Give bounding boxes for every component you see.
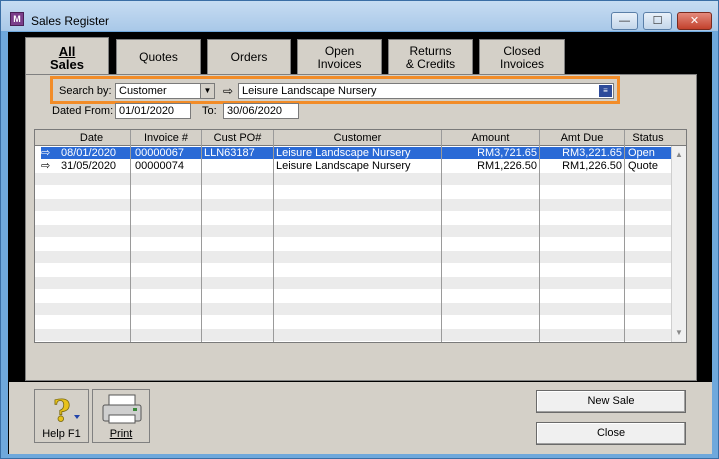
sales-table: Date Invoice # Cust PO# Customer Amount … [34, 129, 687, 343]
to-date-field[interactable]: 30/06/2020 [223, 103, 299, 119]
col-header-invoice[interactable]: Invoice # [131, 130, 201, 146]
col-divider [539, 130, 540, 342]
dated-from-label: Dated From: [52, 105, 114, 117]
search-by-select[interactable]: Customer ▼ [115, 83, 215, 99]
col-divider [624, 130, 625, 342]
cell-date: 08/01/2020 [55, 147, 130, 159]
cell-invoice: 00000067 [131, 147, 201, 159]
scroll-down-icon[interactable]: ▼ [672, 326, 686, 340]
help-icon: ? [53, 394, 80, 427]
tab-closed-invoices[interactable]: Closed Invoices [479, 39, 565, 75]
vertical-scrollbar[interactable]: ▲ ▼ [671, 146, 686, 342]
cell-invoice: 00000074 [135, 160, 184, 172]
help-button[interactable]: ? Help F1 [34, 389, 89, 443]
print-button[interactable]: Print [92, 389, 150, 443]
col-header-amount[interactable]: Amount [442, 130, 539, 146]
tab-quotes[interactable]: Quotes [116, 39, 201, 75]
close-window-button[interactable]: ✕ [677, 12, 712, 30]
col-header-amt-due[interactable]: Amt Due [540, 130, 624, 146]
tab-label-line2: & Credits [405, 57, 456, 71]
new-sale-button[interactable]: New Sale [536, 390, 686, 413]
tab-label-line1: Orders [230, 50, 268, 64]
to-label: To: [202, 105, 217, 117]
col-header-date[interactable]: Date [53, 130, 130, 146]
cell-amt-due: RM1,226.50 [562, 160, 622, 172]
row-zoom-arrow-icon[interactable]: ⇨ [41, 160, 55, 172]
cell-customer: Leisure Landscape Nursery [274, 147, 441, 159]
app-icon: M [10, 12, 24, 26]
col-header-status[interactable]: Status [625, 130, 671, 146]
maximize-button[interactable]: ☐ [643, 12, 672, 30]
customer-value: Leisure Landscape Nursery [242, 85, 377, 97]
minimize-button[interactable]: — [611, 12, 638, 30]
cell-date: 31/05/2020 [61, 160, 117, 172]
tab-all-sales[interactable]: All Sales [25, 37, 109, 77]
tab-label-line2: Invoices [317, 57, 362, 71]
help-button-label: Help F1 [42, 428, 81, 440]
scroll-up-icon[interactable]: ▲ [672, 148, 686, 162]
close-button[interactable]: Close [536, 422, 686, 445]
tab-orders[interactable]: Orders [207, 39, 291, 75]
printer-icon [102, 394, 142, 424]
tab-returns-credits[interactable]: Returns & Credits [388, 39, 473, 75]
col-header-cust-po[interactable]: Cust PO# [202, 130, 273, 146]
cell-cust-po [202, 160, 273, 172]
zoom-arrow-icon[interactable]: ⇨ [223, 84, 233, 98]
cell-amt-due: RM3,221.65 [540, 147, 624, 159]
tab-label-line1: Quotes [139, 50, 178, 64]
col-divider [201, 130, 202, 342]
svg-text:?: ? [53, 394, 71, 427]
search-by-value: Customer [119, 85, 167, 97]
dropdown-arrow-icon[interactable]: ▼ [200, 84, 214, 98]
search-by-label: Search by: [59, 85, 112, 97]
col-header-customer[interactable]: Customer [274, 130, 441, 146]
print-button-label: Print [109, 428, 133, 440]
cell-status: Quote [628, 160, 658, 172]
tab-open-invoices[interactable]: Open Invoices [297, 39, 382, 75]
sales-register-window: M Sales Register — ☐ ✕ All Sales Quotes … [0, 0, 719, 459]
row-zoom-arrow-icon[interactable]: ⇨ [41, 147, 55, 159]
title-bar[interactable]: M Sales Register — ☐ ✕ [1, 1, 718, 31]
tab-label-line2: Invoices [499, 57, 545, 71]
col-divider [441, 130, 442, 342]
customer-field[interactable]: Leisure Landscape Nursery ≡ [238, 83, 614, 99]
col-divider [130, 130, 131, 342]
cell-cust-po: LLN63187 [202, 147, 273, 159]
cell-amount: RM3,721.65 [442, 147, 539, 159]
dated-from-field[interactable]: 01/01/2020 [115, 103, 191, 119]
table-header: Date Invoice # Cust PO# Customer Amount … [35, 130, 686, 146]
cell-customer: Leisure Landscape Nursery [276, 160, 411, 172]
list-select-icon[interactable]: ≡ [599, 85, 612, 97]
window-title: Sales Register [31, 14, 110, 28]
col-divider [273, 130, 274, 342]
cell-amount: RM1,226.50 [477, 160, 537, 172]
tab-label-line2: Sales [50, 57, 84, 72]
cell-status: Open [625, 147, 671, 159]
